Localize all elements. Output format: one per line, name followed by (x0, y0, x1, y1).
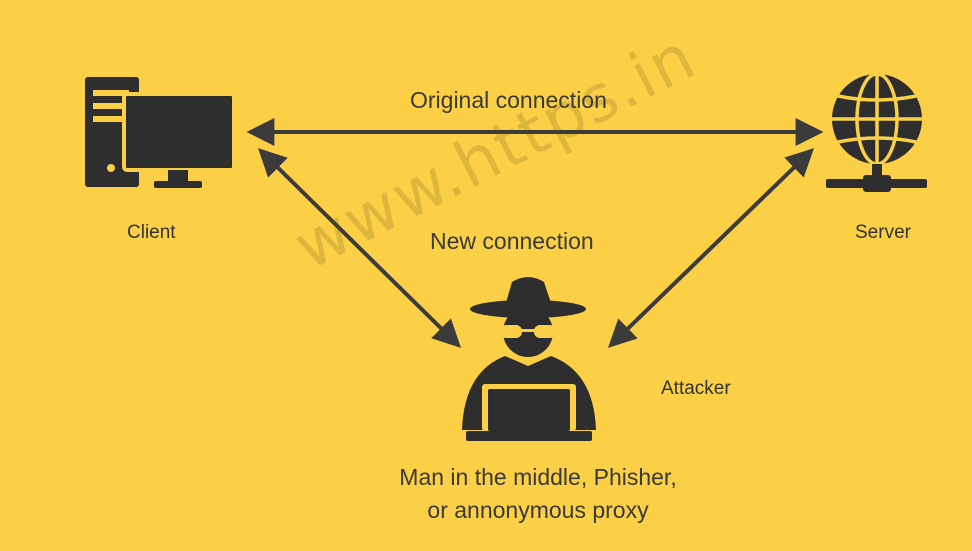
attacker-caption-line-2: or annonymous proxy (427, 497, 649, 523)
hacker-spy-icon (462, 277, 596, 441)
server-label: Server (855, 222, 911, 243)
attacker-caption: Man in the middle, Phisher, or annonymou… (378, 461, 698, 527)
globe-server-icon (826, 72, 927, 192)
attacker-caption-line-1: Man in the middle, Phisher, (399, 464, 677, 490)
client-label: Client (127, 222, 176, 243)
original-connection-label: Original connection (410, 87, 607, 113)
attacker-label: Attacker (661, 378, 731, 399)
desktop-computer-icon (85, 77, 236, 188)
server-attacker-arrow (607, 148, 815, 348)
new-connection-label: New connection (430, 228, 594, 254)
